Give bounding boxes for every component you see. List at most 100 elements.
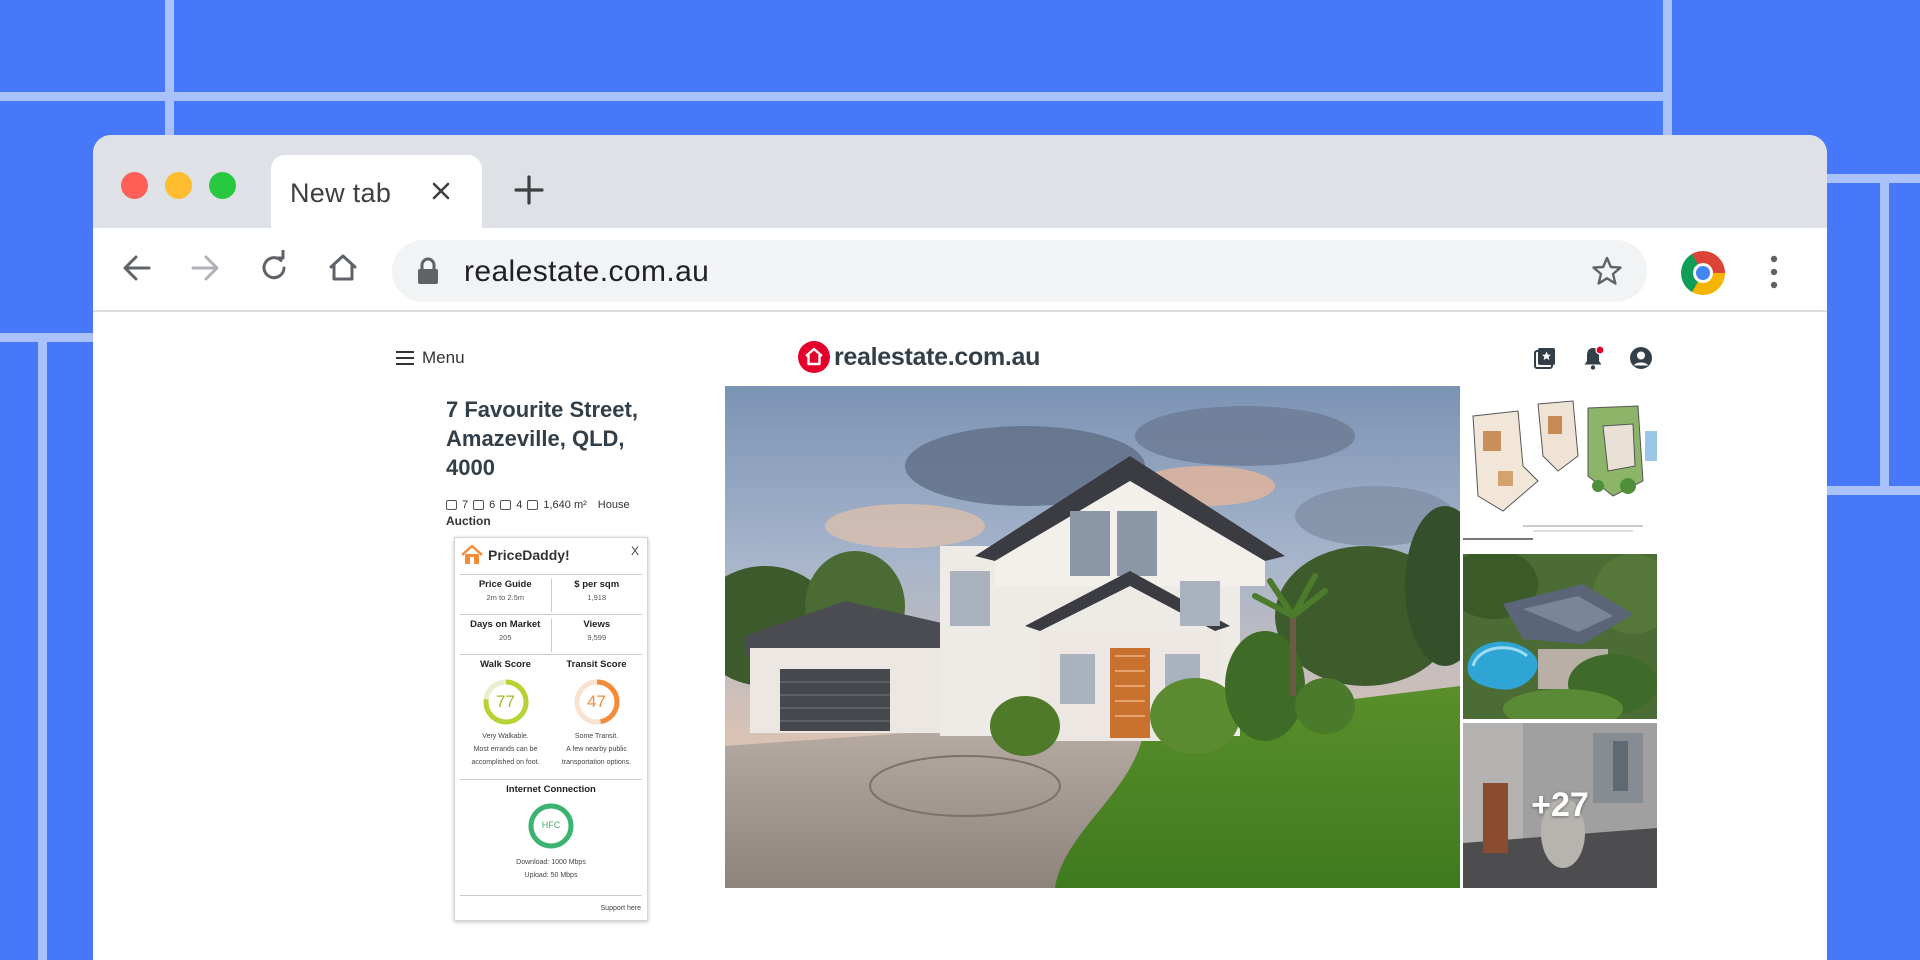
- upload-speed: Upload: 50 Mbps: [524, 872, 578, 879]
- transit-score-description: Some Transit. A few nearby public transpor…: [551, 730, 642, 769]
- hamburger-icon: [396, 351, 414, 365]
- price-row: Price Guide 2m to 2.5m $ per sqm 1,918: [460, 579, 642, 612]
- back-arrow-icon[interactable]: [117, 248, 157, 288]
- transit-score-label: Transit Score: [566, 659, 627, 670]
- maximize-window-button[interactable]: [209, 172, 236, 199]
- url-text[interactable]: realestate.com.au: [464, 255, 709, 289]
- divider: [460, 895, 642, 896]
- support-link[interactable]: Support here: [601, 905, 641, 912]
- property-features: 7 6 4 1,640 m² House: [446, 499, 630, 511]
- bg-grid-line: [1663, 0, 1672, 135]
- transit-score: Transit Score 47 Some Transit. A few near…: [551, 659, 642, 779]
- per-sqm-value: 1,918: [587, 593, 607, 602]
- web-page: Menu realestate.com.au 7 Favourite Stree…: [93, 312, 1827, 960]
- bg-grid-line: [0, 92, 1665, 101]
- bookmark-star-icon[interactable]: [1591, 255, 1623, 287]
- reload-icon[interactable]: [254, 248, 294, 288]
- more-photos-count: +27: [1531, 786, 1589, 824]
- transit-score-value: 47: [587, 692, 606, 711]
- internet-ring: HFC: [527, 802, 575, 850]
- minimize-window-button[interactable]: [165, 172, 192, 199]
- tab-bar: New tab: [93, 135, 1827, 228]
- per-sqm-label: $ per sqm: [574, 579, 620, 590]
- pricedaddy-close-button[interactable]: X: [631, 544, 639, 558]
- saved-properties-icon[interactable]: [1532, 345, 1558, 371]
- divider: [460, 574, 642, 575]
- transit-desc-line: transportation options.: [561, 759, 632, 766]
- property-type: House: [597, 499, 630, 511]
- chrome-profile-icon[interactable]: [1681, 251, 1725, 295]
- pricedaddy-header: PriceDaddy!: [461, 545, 570, 565]
- internet-connection: Internet Connection HFC Download: 1000 M…: [460, 784, 642, 882]
- sale-method: Auction: [446, 514, 491, 528]
- more-photos-thumbnail[interactable]: +27: [1463, 723, 1657, 888]
- listing-address: 7 Favourite Street, Amazeville, QLD, 400…: [446, 397, 638, 480]
- walk-score: Walk Score 77 Very Walkable. Most errands…: [460, 659, 551, 779]
- home-icon[interactable]: [323, 248, 363, 288]
- price-guide-value: 2m to 2.5m: [486, 593, 524, 602]
- house-logo-icon: [798, 341, 830, 373]
- download-speed: Download: 1000 Mbps: [516, 859, 586, 866]
- land-size: 1,640 m²: [543, 499, 587, 511]
- days-on-market-label: Days on Market: [470, 619, 541, 630]
- pricedaddy-panel: PriceDaddy! X Price Guide 2m to 2.5m $ pe…: [454, 537, 648, 921]
- parking-count: 4: [516, 499, 523, 511]
- pricedaddy-title: PriceDaddy!: [488, 547, 570, 563]
- bedrooms-count: 7: [462, 499, 469, 511]
- new-tab-button[interactable]: [512, 173, 546, 207]
- divider: [460, 779, 642, 780]
- lock-icon: [418, 257, 438, 284]
- more-menu-icon[interactable]: [1768, 252, 1780, 292]
- close-icon[interactable]: [426, 176, 456, 206]
- close-window-button[interactable]: [121, 172, 148, 199]
- logo-text: realestate.com.au: [834, 342, 1041, 371]
- walk-score-ring: 77: [482, 678, 530, 726]
- bg-grid-line: [1827, 174, 1920, 183]
- walk-score-description: Very Walkable. Most errands can be accompl…: [460, 730, 551, 769]
- account-icon[interactable]: [1628, 345, 1654, 371]
- menu-button[interactable]: Menu: [396, 348, 465, 368]
- views-value: 9,599: [587, 633, 607, 642]
- car-icon: [500, 500, 512, 510]
- floorplan-thumbnail[interactable]: [1463, 386, 1657, 550]
- bg-grid-line: [1880, 174, 1889, 494]
- transit-desc-line: Some Transit.: [574, 733, 619, 740]
- days-on-market-value: 205: [498, 633, 512, 642]
- tab-new-tab[interactable]: New tab: [271, 155, 482, 228]
- walk-desc-line: accomplished on foot.: [471, 759, 540, 766]
- land-size-icon: [527, 500, 539, 510]
- price-guide-label: Price Guide: [478, 579, 532, 590]
- market-row: Days on Market 205 Views 9,599: [460, 619, 642, 652]
- walk-desc-line: Most errands can be: [473, 746, 538, 753]
- walk-score-label: Walk Score: [480, 659, 531, 670]
- walk-desc-line: Very Walkable.: [482, 733, 529, 740]
- bg-grid-line: [38, 333, 47, 960]
- listing-main-photo[interactable]: [725, 386, 1460, 888]
- scores-row: Walk Score 77 Very Walkable. Most errands…: [460, 659, 642, 779]
- transit-score-ring: 47: [573, 678, 621, 726]
- site-logo[interactable]: realestate.com.au: [798, 341, 1040, 373]
- tab-title: New tab: [290, 178, 392, 208]
- browser-toolbar: realestate.com.au: [93, 228, 1827, 312]
- notification-bell-icon[interactable]: [1580, 345, 1606, 371]
- floorplan-image: [1463, 386, 1657, 550]
- internet-label: Internet Connection: [506, 784, 596, 795]
- bath-icon: [473, 500, 485, 510]
- house-icon: [461, 545, 483, 564]
- bathrooms-count: 6: [489, 499, 496, 511]
- forward-arrow-icon[interactable]: [185, 248, 225, 288]
- browser-window: New tab realestate.com.au Menu realestat…: [93, 135, 1827, 960]
- house-photo: [725, 386, 1460, 888]
- bg-grid-line: [1827, 486, 1920, 495]
- transit-desc-line: A few nearby public: [566, 746, 627, 753]
- bg-grid-line: [165, 0, 174, 135]
- walk-score-value: 77: [496, 692, 515, 711]
- divider: [460, 654, 642, 655]
- aerial-photo-thumbnail[interactable]: [1463, 554, 1657, 719]
- menu-label: Menu: [422, 348, 465, 367]
- divider: [460, 614, 642, 615]
- internet-type: HFC: [541, 820, 561, 830]
- bed-icon: [446, 500, 457, 510]
- aerial-photo: [1463, 554, 1657, 719]
- address-bar[interactable]: realestate.com.au: [392, 240, 1647, 302]
